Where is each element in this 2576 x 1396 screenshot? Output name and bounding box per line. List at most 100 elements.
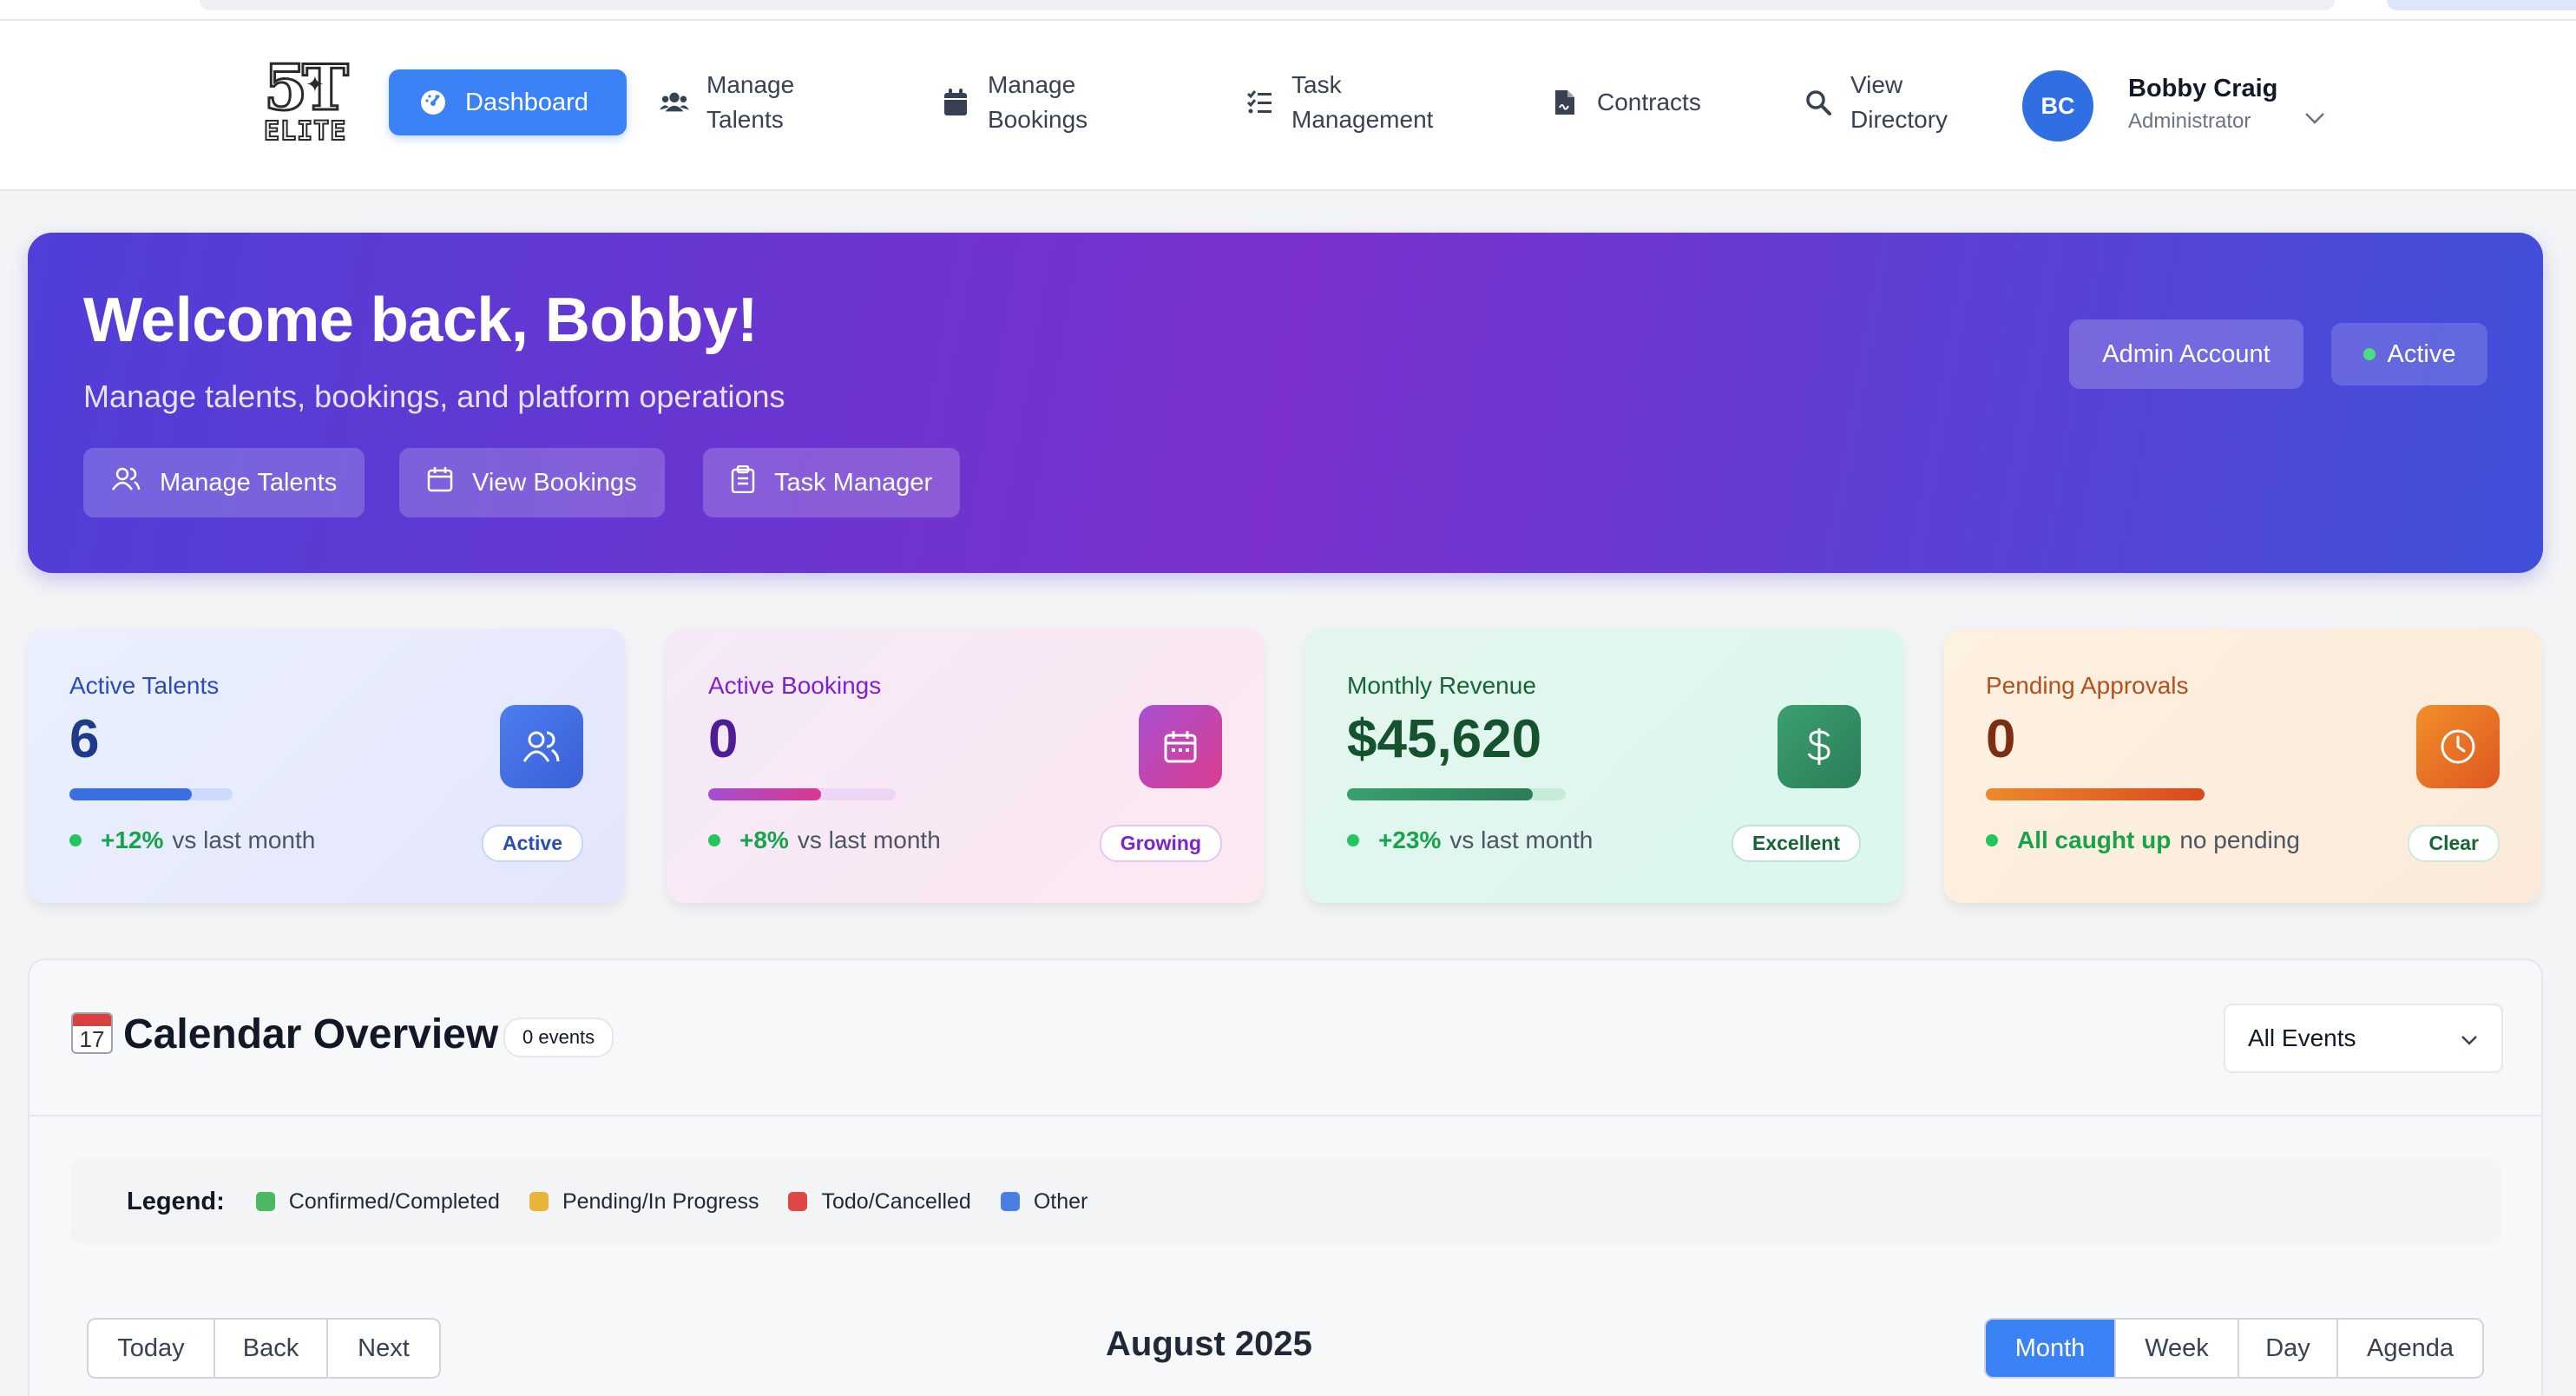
legend-swatch xyxy=(529,1192,549,1211)
calendar-nav-buttons: Today Back Next xyxy=(87,1318,441,1379)
legend-swatch xyxy=(1000,1192,1020,1211)
legend-text: Other xyxy=(1033,1189,1088,1214)
users-icon xyxy=(111,466,141,499)
stat-change: All caught up no pending xyxy=(1986,826,2300,854)
legend-text: Todo/Cancelled xyxy=(821,1189,971,1214)
nav-task-management[interactable]: Task Management xyxy=(1245,69,1453,135)
calendar-legend: Legend: Confirmed/Completed Pending/In P… xyxy=(71,1158,2501,1245)
nav-dashboard[interactable]: Dashboard xyxy=(389,69,627,135)
stat-value: 6 xyxy=(69,709,100,769)
admin-account-badge[interactable]: Admin Account xyxy=(2069,319,2303,389)
legend-item: Pending/In Progress xyxy=(529,1189,759,1215)
gauge-icon xyxy=(418,88,448,117)
browser-top-strip xyxy=(0,0,2576,21)
nav-label: Dashboard xyxy=(465,89,588,116)
browser-tab xyxy=(2387,0,2576,10)
legend-swatch xyxy=(788,1192,808,1211)
today-button[interactable]: Today xyxy=(89,1320,215,1377)
manage-talents-button[interactable]: Manage Talents xyxy=(83,448,365,517)
user-role: Administrator xyxy=(2128,109,2251,133)
stat-card-monthly-revenue[interactable]: Monthly Revenue $45,620 +23% vs last mon… xyxy=(1305,629,1902,903)
calendar-icon xyxy=(1139,705,1222,788)
back-button[interactable]: Back xyxy=(215,1320,328,1377)
status-badge: Active xyxy=(2331,323,2487,385)
button-label: View Bookings xyxy=(472,468,637,497)
status-badge: Active xyxy=(481,825,583,862)
nav-contracts[interactable]: Contracts xyxy=(1550,69,1767,135)
welcome-subtitle: Manage talents, bookings, and platform o… xyxy=(83,379,785,414)
calendar-view-toggle: Month Week Day Agenda xyxy=(1984,1318,2484,1379)
calendar-title: Calendar Overview xyxy=(123,1011,499,1057)
search-icon xyxy=(1804,88,1833,117)
status-badge: Growing xyxy=(1099,825,1222,862)
nav-manage-talents[interactable]: Manage Talents xyxy=(660,69,816,135)
progress-bar xyxy=(1986,788,2205,800)
trend-dot xyxy=(1347,834,1359,846)
avatar[interactable]: BC xyxy=(2022,70,2093,142)
legend-label: Legend: xyxy=(127,1187,225,1215)
user-name[interactable]: Bobby Craig xyxy=(2128,75,2277,103)
day-view-button[interactable]: Day xyxy=(2239,1320,2338,1377)
legend-item: Confirmed/Completed xyxy=(255,1189,500,1215)
progress-fill xyxy=(708,788,821,800)
nav-view-directory[interactable]: View Directory xyxy=(1804,69,1977,135)
chevron-down-icon xyxy=(2460,1024,2479,1052)
clipboard-icon xyxy=(731,464,755,500)
view-bookings-button[interactable]: View Bookings xyxy=(399,448,665,517)
status-badge: Excellent xyxy=(1732,825,1861,862)
stat-card-pending-approvals[interactable]: Pending Approvals 0 All caught up no pen… xyxy=(1944,629,2541,903)
stat-value: $45,620 xyxy=(1347,709,1542,769)
change-text: vs last month xyxy=(797,826,941,853)
calendar-emoji-day: 17 xyxy=(79,1026,105,1052)
event-filter-select[interactable]: All Events xyxy=(2224,1004,2503,1073)
stat-value: 0 xyxy=(708,709,739,769)
clock-icon xyxy=(2416,705,2500,788)
nav-label: Task Management xyxy=(1291,71,1434,133)
stat-change: +23% vs last month xyxy=(1347,826,1593,854)
progress-fill xyxy=(69,788,192,800)
calendar-icon xyxy=(427,466,453,499)
week-view-button[interactable]: Week xyxy=(2116,1320,2239,1377)
next-button[interactable]: Next xyxy=(328,1320,439,1377)
stat-card-active-bookings[interactable]: Active Bookings 0 +8% vs last month Grow… xyxy=(667,629,1264,903)
trend-dot xyxy=(708,834,720,846)
trend-dot xyxy=(1986,834,1998,846)
stat-change: +12% vs last month xyxy=(69,826,315,854)
button-label: Manage Talents xyxy=(160,468,338,497)
chevron-down-icon[interactable] xyxy=(2303,111,2326,129)
stat-title: Active Talents xyxy=(69,672,220,699)
dollar-icon xyxy=(1778,705,1861,788)
progress-bar xyxy=(1347,788,1566,800)
tasks-icon xyxy=(1245,88,1274,117)
calendar-header: 17 Calendar Overview 0 events All Events xyxy=(30,960,2541,1116)
event-count-badge: 0 events xyxy=(503,1017,614,1057)
progress-fill xyxy=(1347,788,1534,800)
event-filter-value: All Events xyxy=(2248,1024,2356,1051)
nav-manage-bookings[interactable]: Manage Bookings xyxy=(941,69,1114,135)
legend-text: Confirmed/Completed xyxy=(288,1189,500,1214)
welcome-banner: Welcome back, Bobby! Manage talents, boo… xyxy=(28,233,2543,573)
address-bar xyxy=(200,0,2335,10)
status-badge: Clear xyxy=(2408,825,2500,862)
change-text: vs last month xyxy=(172,826,316,853)
users-icon xyxy=(500,705,583,788)
progress-bar xyxy=(69,788,233,800)
nav-label: View Directory xyxy=(1850,71,1948,133)
change-value: All caught up xyxy=(2017,826,2172,853)
button-label: Task Manager xyxy=(774,468,933,497)
star-icon: ✦ xyxy=(306,71,325,97)
legend-item: Todo/Cancelled xyxy=(788,1189,971,1215)
change-value: +8% xyxy=(739,826,789,853)
month-view-button[interactable]: Month xyxy=(1986,1320,2116,1377)
task-manager-button[interactable]: Task Manager xyxy=(703,448,961,517)
brand-logo[interactable]: 5T ELITE ✦ xyxy=(263,55,351,151)
stat-card-active-talents[interactable]: Active Talents 6 +12% vs last month Acti… xyxy=(28,629,625,903)
users-icon xyxy=(660,88,689,117)
welcome-title: Welcome back, Bobby! xyxy=(83,286,758,355)
stat-value: 0 xyxy=(1986,709,2016,769)
stat-title: Monthly Revenue xyxy=(1347,672,1536,699)
trend-dot xyxy=(69,834,82,846)
change-value: +12% xyxy=(101,826,164,853)
progress-fill xyxy=(1986,788,2205,800)
agenda-view-button[interactable]: Agenda xyxy=(2338,1320,2482,1377)
